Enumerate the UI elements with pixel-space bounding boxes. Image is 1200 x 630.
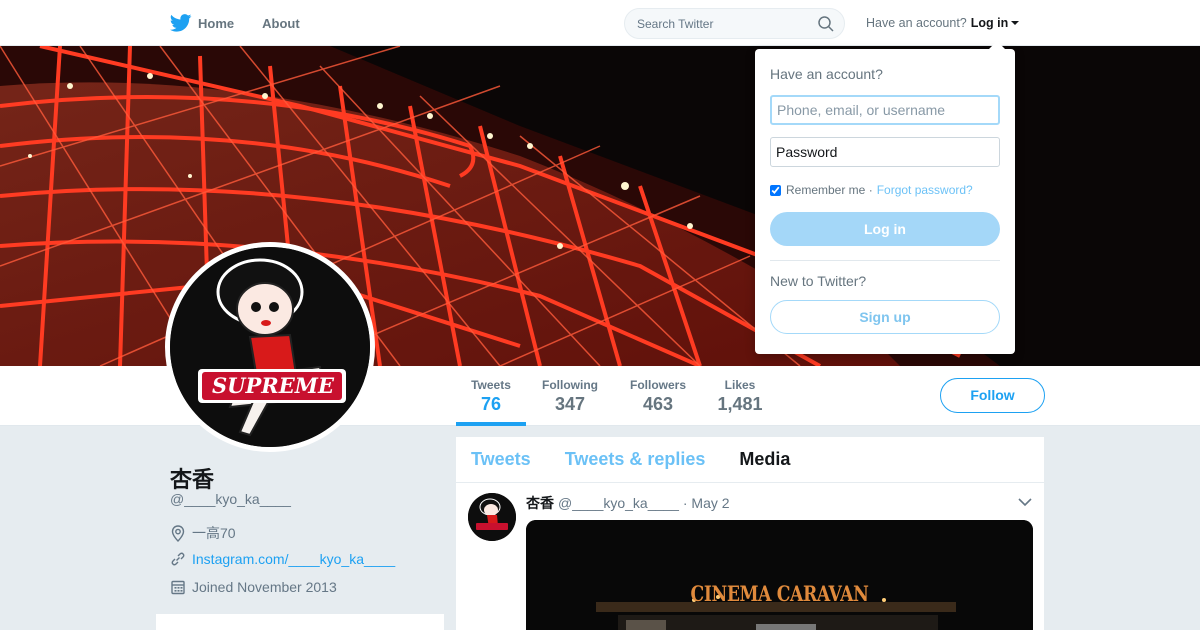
active-stat-underline — [456, 422, 526, 426]
login-prompt: Have an account? Log in — [866, 16, 1020, 30]
stat-value: 347 — [554, 394, 586, 414]
stat-likes[interactable]: Likes 1,481 — [716, 378, 764, 415]
login-dropdown: Have an account? Remember me · Forgot pa… — [755, 41, 1015, 354]
profile-joined: Joined November 2013 — [170, 579, 337, 595]
stat-label: Likes — [724, 378, 756, 392]
calendar-icon — [171, 580, 185, 595]
nav-about-link[interactable]: About — [262, 16, 300, 31]
search-box — [624, 8, 845, 39]
nav-left-group: Home About — [170, 0, 328, 46]
tweet-media-image[interactable]: CINEMA CARAVAN — [526, 520, 1033, 630]
nav-about-label: About — [262, 15, 300, 31]
link-icon — [171, 552, 185, 566]
forgot-password-link[interactable]: Forgot password? — [877, 183, 973, 197]
location-pin-icon — [171, 524, 185, 542]
stat-value: 76 — [480, 394, 502, 414]
caret-down-icon[interactable] — [1011, 21, 1020, 25]
remember-row: Remember me · Forgot password? — [770, 183, 973, 197]
search-input[interactable] — [625, 9, 805, 38]
profile-avatar[interactable]: SUPREME — [165, 242, 375, 452]
login-dropdown-title: Have an account? — [770, 66, 883, 82]
tweet-avatar-image — [468, 493, 516, 541]
timeline: Tweets Tweets & replies Media 杏香 @____ky… — [456, 437, 1044, 630]
stat-following[interactable]: Following 347 — [541, 378, 599, 415]
dropdown-arrow — [989, 41, 1005, 49]
left-sidebar-card — [156, 614, 444, 630]
tweet-avatar[interactable] — [468, 493, 516, 541]
profile-website: Instagram.com/____kyo_ka____ — [170, 551, 395, 567]
profile-name: 杏香 — [170, 467, 215, 492]
website-link[interactable]: Instagram.com/____kyo_ka____ — [192, 551, 395, 567]
chevron-down-icon[interactable] — [1018, 497, 1032, 507]
stat-followers[interactable]: Followers 463 — [629, 378, 687, 415]
remember-me-checkbox[interactable] — [770, 184, 781, 196]
avatar-image — [170, 247, 370, 447]
tab-media[interactable]: Media — [739, 449, 790, 470]
login-button[interactable]: Log in — [770, 212, 1000, 246]
stat-label: Followers — [629, 378, 686, 392]
media-title-text: CINEMA CARAVAN — [690, 581, 869, 606]
tweet-author-name[interactable]: 杏香 — [526, 493, 554, 513]
nav-home-link[interactable]: Home — [170, 14, 234, 32]
timeline-tabs: Tweets Tweets & replies Media — [456, 437, 1044, 483]
stat-value: 1,481 — [717, 394, 763, 414]
search-icon[interactable] — [818, 16, 834, 32]
password-field[interactable] — [770, 137, 1000, 167]
new-to-twitter-text: New to Twitter? — [770, 273, 867, 289]
stat-label: Following — [542, 378, 598, 392]
stat-tweets[interactable]: Tweets 76 — [470, 378, 512, 415]
nav-home-label: Home — [198, 15, 235, 31]
top-navigation: Home About Have an account? Log in — [0, 0, 1200, 46]
signup-button[interactable]: Sign up — [770, 300, 1000, 334]
profile-location: 一高70 — [170, 523, 236, 543]
tweet-date[interactable]: · May 2 — [683, 495, 730, 511]
tweet-author-handle[interactable]: @____kyo_ka____ — [558, 495, 679, 511]
avatar-text: SUPREME — [212, 373, 334, 398]
username-field[interactable] — [770, 95, 1000, 125]
tweet-item[interactable]: 杏香 @____kyo_ka____ · May 2 CINEMA CARAVA… — [456, 483, 1044, 630]
stat-label: Tweets — [471, 378, 511, 392]
tweet-header: 杏香 @____kyo_ka____ · May 2 — [526, 493, 730, 513]
dropdown-divider — [770, 260, 1000, 261]
follow-button[interactable]: Follow — [940, 378, 1045, 413]
stat-value: 463 — [642, 394, 674, 414]
media-photo — [526, 520, 1033, 630]
joined-text: Joined November 2013 — [192, 579, 337, 595]
tab-tweets[interactable]: Tweets — [471, 449, 531, 470]
profile-handle: @____kyo_ka____ — [170, 491, 291, 507]
location-text: 一高70 — [192, 525, 236, 541]
have-account-text: Have an account? — [866, 16, 967, 30]
login-dropdown-toggle[interactable]: Log in — [971, 16, 1009, 30]
tab-tweets-replies[interactable]: Tweets & replies — [565, 449, 706, 470]
twitter-bird-icon — [170, 14, 192, 32]
remember-me-label[interactable]: Remember me · — [786, 183, 873, 197]
